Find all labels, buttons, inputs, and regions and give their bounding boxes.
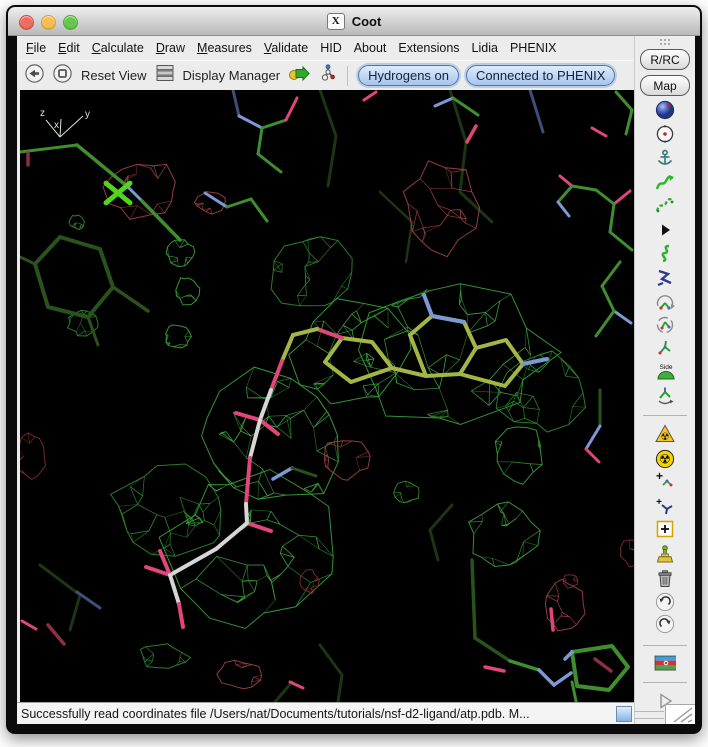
svg-text:+: + [656, 470, 663, 483]
menu-about[interactable]: About [354, 41, 387, 55]
mutate-auto-fit-icon[interactable]: ☢ [654, 423, 676, 445]
svg-text:☢: ☢ [659, 452, 671, 467]
fixed-atoms-icon[interactable] [654, 219, 676, 241]
go-arrow-icon[interactable] [288, 65, 311, 87]
panel-bottom-lines [634, 711, 664, 719]
hydrogens-toggle-button[interactable]: Hydrogens on [358, 65, 459, 86]
menubar: File Edit Calculate Draw Measures Valida… [17, 36, 634, 60]
menu-calculate[interactable]: Calculate [92, 41, 144, 55]
phenix-connection-button[interactable]: Connected to PHENIX [466, 65, 615, 86]
reset-view-button[interactable]: Reset View [80, 68, 148, 83]
refmac-flag-icon[interactable] [654, 652, 676, 674]
delete-item-trash-icon[interactable] [654, 568, 676, 590]
add-alt-conf-icon[interactable]: + [654, 496, 676, 518]
side-chain-flip-icon[interactable]: Side [654, 361, 676, 383]
redo-icon[interactable] [654, 613, 676, 635]
svg-text:y: y [85, 109, 90, 120]
svg-text:+: + [656, 497, 662, 508]
recentre-target-icon[interactable] [654, 123, 676, 145]
back-button[interactable] [24, 63, 45, 89]
add-terminal-residue-icon[interactable]: + [654, 470, 676, 492]
svg-text:☢: ☢ [661, 432, 670, 443]
toolbar: Reset View Display Manager Hydrogens on … [17, 60, 634, 90]
rrc-button[interactable]: R/RC [640, 49, 690, 70]
panel-separator [643, 682, 687, 683]
edit-chi-angles-icon[interactable] [654, 337, 676, 359]
titlebar[interactable]: X Coot [8, 7, 700, 36]
window-content: File Edit Calculate Draw Measures Valida… [17, 36, 695, 724]
right-toolbar-panel: R/RC Map Side ☢ ☢ + + [634, 36, 695, 724]
svg-text:z: z [40, 108, 45, 119]
menu-draw[interactable]: Draw [156, 41, 185, 55]
stop-button[interactable] [52, 63, 73, 89]
menu-edit[interactable]: Edit [58, 41, 80, 55]
menu-hid[interactable]: HID [320, 41, 342, 55]
rotate-translate-icon[interactable] [654, 267, 676, 289]
display-manager-icon [155, 64, 175, 87]
menu-lidia[interactable]: Lidia [472, 41, 498, 55]
auto-fit-rotamer-icon[interactable] [654, 292, 676, 314]
side-label: Side [659, 364, 672, 371]
pane-handle[interactable] [616, 706, 632, 722]
toolbar-separator [347, 66, 348, 86]
molecule-icon[interactable] [318, 63, 337, 88]
sphere-icon[interactable] [654, 99, 676, 121]
undo-icon[interactable] [654, 591, 676, 613]
statusbar: Successfully read coordinates file /User… [17, 702, 634, 724]
molecular-viewport[interactable]: zx y [20, 90, 634, 702]
panel-grip-icon[interactable] [654, 37, 676, 47]
map-button[interactable]: Map [640, 75, 690, 96]
menu-file[interactable]: File [26, 41, 46, 55]
clear-picks-brush-icon[interactable] [654, 544, 676, 566]
menu-measures[interactable]: Measures [197, 41, 252, 55]
real-space-refine-icon[interactable] [654, 172, 676, 194]
x11-icon: X [327, 13, 345, 30]
place-atom-icon[interactable] [654, 518, 676, 540]
torsion-general-icon[interactable] [654, 385, 676, 407]
regularize-icon[interactable] [654, 195, 676, 217]
resize-grip[interactable] [665, 704, 695, 724]
status-message: Successfully read coordinates file /User… [21, 707, 530, 721]
simple-mutate-icon[interactable]: ☢ [654, 448, 676, 470]
rotamers-icon[interactable] [654, 314, 676, 336]
panel-separator [643, 415, 687, 416]
app-window: X Coot File Edit Calculate Draw Measures… [6, 5, 702, 734]
panel-separator [643, 645, 687, 646]
window-title: Coot [352, 14, 382, 29]
menu-validate[interactable]: Validate [264, 41, 308, 55]
svg-text:x: x [54, 120, 59, 131]
anchor-icon[interactable] [654, 148, 676, 170]
rigid-body-fit-icon[interactable] [654, 243, 676, 265]
menu-extensions[interactable]: Extensions [398, 41, 459, 55]
display-manager-button[interactable]: Display Manager [182, 68, 282, 83]
menu-phenix[interactable]: PHENIX [510, 41, 557, 55]
